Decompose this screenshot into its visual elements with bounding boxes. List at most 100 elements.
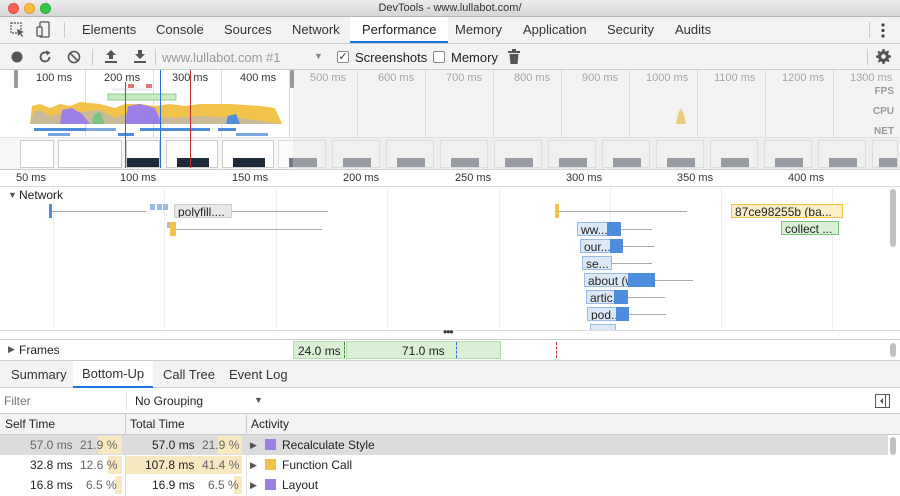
ruler-tick: 200 ms [343, 172, 380, 184]
header-self-time[interactable]: Self Time [5, 417, 55, 431]
self-time-value: 57.0 ms [30, 438, 73, 452]
screenshot-content [127, 158, 159, 167]
grid-line [53, 187, 54, 330]
tab-performance[interactable]: Performance [350, 17, 449, 43]
tab-event-log[interactable]: Event Log [229, 367, 288, 382]
total-time-value: 16.9 ms [152, 478, 195, 492]
total-time-percent: 41.4 % [202, 458, 240, 472]
table-row[interactable]: 16.8 ms 6.5 % 16.9 ms 6.5 % ▶ Layout [0, 475, 888, 495]
memory-checkbox[interactable] [433, 51, 445, 63]
tab-network[interactable]: Network [292, 17, 340, 43]
network-track: ▼ Network polyfill.... 87ce98255b (ba...… [0, 187, 900, 330]
activity-name: Layout [282, 478, 319, 492]
request-whisker [622, 246, 654, 247]
frame-block[interactable]: 71.0 ms [346, 341, 501, 359]
overview-tick: 200 ms [104, 72, 141, 84]
reload-icon[interactable] [38, 50, 52, 64]
selection-dim-overlay [293, 70, 900, 170]
record-icon[interactable] [11, 51, 23, 63]
device-toolbar-icon[interactable] [36, 21, 52, 39]
window-title-bar: DevTools - www.lullabot.com/ [0, 0, 900, 17]
filter-input[interactable] [4, 391, 124, 411]
tab-bottom-up[interactable]: Bottom-Up [73, 361, 154, 388]
frame-block[interactable]: 24.0 ms [293, 341, 345, 359]
tab-security[interactable]: Security [607, 17, 654, 43]
clear-icon[interactable] [67, 50, 81, 64]
tab-audits[interactable]: Audits [675, 17, 711, 43]
tab-elements[interactable]: Elements [82, 17, 136, 43]
frames-track-title[interactable]: Frames [19, 343, 60, 357]
ruler-tick: 300 ms [566, 172, 603, 184]
resize-handle[interactable]: ••• [0, 325, 900, 339]
network-request[interactable] [167, 222, 170, 228]
frame-marker [344, 342, 345, 358]
network-request[interactable] [163, 204, 168, 210]
tab-call-tree[interactable]: Call Tree [163, 367, 215, 382]
timeline-overview[interactable]: 100 ms 200 ms 300 ms 400 ms 500 ms 600 m… [0, 70, 900, 170]
table-scrollbar[interactable] [890, 437, 896, 455]
network-expand-icon[interactable]: ▼ [8, 190, 17, 200]
network-request[interactable] [555, 204, 559, 218]
expand-row-icon[interactable]: ▶ [250, 480, 257, 491]
self-time-percent: 21.9 % [80, 438, 118, 452]
network-request[interactable]: 87ce98255b (ba... [731, 204, 843, 218]
save-profile-icon[interactable] [133, 49, 147, 64]
network-request-download [616, 307, 629, 321]
frames-scrollbar[interactable] [890, 343, 896, 357]
table-row[interactable]: 32.8 ms 12.6 % 107.8 ms 41.4 % ▶ Functio… [0, 455, 888, 475]
table-row[interactable]: 57.0 ms 21.9 % 57.0 ms 21.9 % ▶ Recalcul… [0, 435, 888, 455]
frame-duration: 24.0 ms [298, 344, 341, 358]
selection-handle-left[interactable] [14, 70, 18, 88]
load-marker [190, 70, 191, 168]
settings-gear-icon[interactable] [876, 49, 891, 64]
filter-divider [126, 392, 127, 410]
network-request[interactable] [157, 204, 162, 210]
memory-label: Memory [451, 50, 498, 65]
screenshot-thumbnail [58, 140, 122, 168]
expand-row-icon[interactable]: ▶ [250, 460, 257, 471]
header-total-time[interactable]: Total Time [130, 417, 185, 431]
header-activity[interactable]: Activity [251, 417, 289, 431]
performance-toolbar: www.lullabot.com #1 ▼ ✓ Screenshots Memo… [0, 44, 900, 70]
expand-row-icon[interactable]: ▶ [250, 440, 257, 451]
network-track-title[interactable]: Network [19, 188, 63, 202]
inspect-element-icon[interactable] [10, 22, 26, 38]
total-time-percent: 6.5 % [208, 478, 239, 492]
selection-handle-right[interactable] [290, 70, 294, 88]
request-whisker [620, 229, 652, 230]
grouping-select[interactable]: No Grouping ▼ [135, 392, 265, 410]
self-time-percent: 12.6 % [80, 458, 118, 472]
more-options-icon[interactable] [880, 23, 886, 38]
network-request[interactable] [170, 222, 176, 236]
tab-summary[interactable]: Summary [11, 367, 67, 382]
tab-application[interactable]: Application [523, 17, 587, 43]
frames-expand-icon[interactable]: ▶ [8, 344, 15, 355]
load-profile-icon[interactable] [104, 49, 118, 64]
toggle-sidebar-icon[interactable] [875, 394, 890, 408]
frames-track: ▶ Frames 24.0 ms 71.0 ms [0, 339, 900, 361]
request-whisker [655, 280, 693, 281]
screenshot-thumbnail [222, 140, 274, 168]
network-request[interactable]: se... [582, 256, 612, 270]
recording-select[interactable]: www.lullabot.com #1 ▼ [160, 47, 326, 67]
screenshots-checkbox[interactable]: ✓ [337, 51, 349, 63]
network-request[interactable]: polyfill.... [174, 204, 232, 218]
tab-memory[interactable]: Memory [455, 17, 502, 43]
network-request[interactable] [150, 204, 155, 210]
overview-tick: 400 ms [240, 72, 277, 84]
network-request[interactable] [49, 204, 52, 218]
ruler-tick: 350 ms [677, 172, 714, 184]
grid-line [721, 187, 722, 330]
tab-sources[interactable]: Sources [224, 17, 272, 43]
network-scrollbar[interactable] [890, 189, 896, 247]
activity-color-swatch [265, 479, 276, 490]
overview-tick: 100 ms [36, 72, 73, 84]
trash-icon[interactable] [508, 49, 520, 64]
total-time-value: 57.0 ms [152, 438, 195, 452]
network-request[interactable]: collect ... [781, 221, 839, 235]
first-paint-marker [160, 70, 161, 168]
screenshot-thumbnail [20, 140, 54, 168]
screenshots-label: Screenshots [355, 50, 428, 65]
tab-console[interactable]: Console [156, 17, 204, 43]
toolbar-divider [155, 49, 156, 65]
